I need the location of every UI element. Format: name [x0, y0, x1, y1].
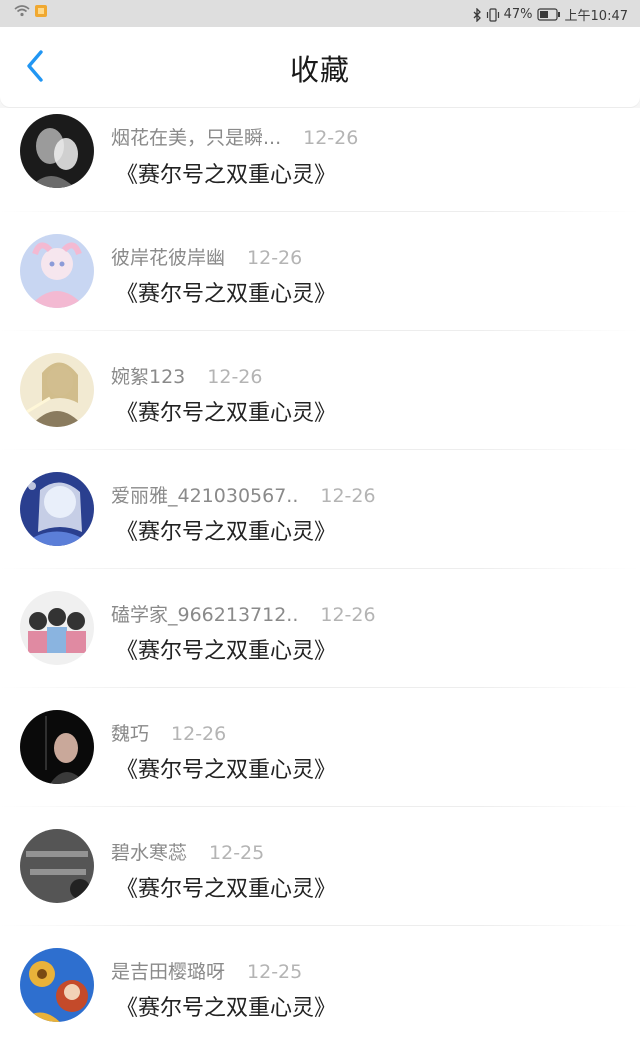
avatar[interactable]: [20, 114, 94, 188]
date: 12-26: [247, 247, 303, 269]
username[interactable]: 磕学家_966213712..: [111, 600, 298, 627]
page-title: 收藏: [289, 53, 350, 87]
username[interactable]: 彼岸花彼岸幽: [111, 243, 225, 270]
bluetooth-icon: [473, 7, 482, 22]
list-item[interactable]: 磕学家_966213712.. 12-26 《赛尔号之双重心灵》: [0, 569, 640, 688]
date: 12-26: [320, 604, 376, 626]
item-meta: 是吉田樱璐呀 12-25: [111, 957, 302, 984]
username[interactable]: 爱丽雅_421030567..: [111, 481, 298, 508]
status-bar: 47% 上午10:47: [0, 0, 640, 27]
date: 12-26: [303, 127, 359, 149]
date: 12-26: [171, 723, 227, 745]
book-title[interactable]: 《赛尔号之双重心灵》: [116, 395, 336, 427]
item-meta: 婉絮123 12-26: [111, 362, 262, 389]
list-item[interactable]: 烟花在美，只是瞬... 12-26 《赛尔号之双重心灵》: [0, 108, 640, 212]
date: 12-26: [207, 366, 263, 388]
username[interactable]: 是吉田樱璐呀: [111, 957, 225, 984]
book-title[interactable]: 《赛尔号之双重心灵》: [116, 276, 336, 308]
list-item[interactable]: 婉絮123 12-26 《赛尔号之双重心灵》: [0, 331, 640, 450]
item-meta: 烟花在美，只是瞬... 12-26: [111, 123, 358, 150]
date: 12-25: [209, 842, 265, 864]
book-title[interactable]: 《赛尔号之双重心灵》: [116, 157, 336, 189]
sim-card-icon: [34, 4, 48, 18]
avatar[interactable]: [20, 472, 94, 546]
clock: 上午10:47: [564, 9, 628, 24]
list-item[interactable]: 彼岸花彼岸幽 12-26 《赛尔号之双重心灵》: [0, 212, 640, 331]
book-title[interactable]: 《赛尔号之双重心灵》: [116, 871, 336, 903]
book-title[interactable]: 《赛尔号之双重心灵》: [116, 990, 336, 1022]
book-title[interactable]: 《赛尔号之双重心灵》: [116, 633, 336, 665]
username[interactable]: 婉絮123: [111, 362, 185, 389]
list-item[interactable]: 是吉田樱璐呀 12-25 《赛尔号之双重心灵》: [0, 926, 640, 1045]
battery-icon: [536, 8, 561, 21]
item-meta: 彼岸花彼岸幽 12-26: [111, 243, 302, 270]
list-item[interactable]: 碧水寒蕊 12-25 《赛尔号之双重心灵》: [0, 807, 640, 926]
username[interactable]: 碧水寒蕊: [111, 838, 187, 865]
item-meta: 爱丽雅_421030567.. 12-26: [111, 481, 376, 508]
avatar[interactable]: [20, 591, 94, 665]
date: 12-25: [247, 961, 303, 983]
wifi-icon: [14, 5, 30, 17]
book-title[interactable]: 《赛尔号之双重心灵》: [116, 514, 336, 546]
vibrate-icon: [486, 7, 500, 22]
avatar[interactable]: [20, 948, 94, 1022]
avatar[interactable]: [20, 353, 94, 427]
list-item[interactable]: 爱丽雅_421030567.. 12-26 《赛尔号之双重心灵》: [0, 450, 640, 569]
status-left: [14, 4, 48, 18]
battery-percent: 47%: [503, 7, 533, 22]
username[interactable]: 烟花在美，只是瞬...: [111, 123, 281, 150]
username[interactable]: 魏巧: [111, 719, 149, 746]
favorites-list: 烟花在美，只是瞬... 12-26 《赛尔号之双重心灵》 彼岸花彼岸幽 12-2…: [0, 108, 640, 1045]
avatar[interactable]: [20, 710, 94, 784]
book-title[interactable]: 《赛尔号之双重心灵》: [116, 752, 336, 784]
item-meta: 魏巧 12-26: [111, 719, 226, 746]
avatar[interactable]: [20, 829, 94, 903]
date: 12-26: [320, 485, 376, 507]
nav-bar: 收藏: [0, 27, 640, 107]
item-meta: 碧水寒蕊 12-25: [111, 838, 264, 865]
list-item[interactable]: 魏巧 12-26 《赛尔号之双重心灵》: [0, 688, 640, 807]
avatar[interactable]: [20, 234, 94, 308]
item-meta: 磕学家_966213712.. 12-26: [111, 600, 376, 627]
status-right: 47% 上午10:47: [473, 5, 628, 24]
